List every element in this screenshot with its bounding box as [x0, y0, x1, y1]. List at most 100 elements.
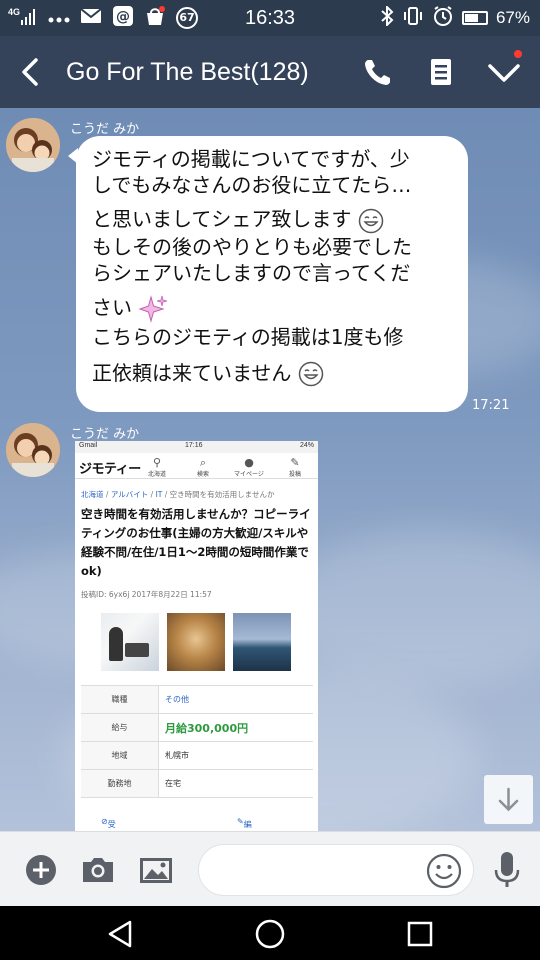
listing-post-id: 投稿ID: 6yx6j 2017年8月22日 11:57	[81, 590, 212, 599]
breadcrumb-item: 北海道	[81, 490, 104, 499]
table-row: 勤務地 在宅	[81, 770, 313, 798]
image-status-battery: 24%	[299, 442, 314, 449]
image-icon	[140, 858, 172, 883]
message-line-with-emoji: さい	[92, 294, 454, 324]
site-nav-item: ⚲ 北海道	[137, 456, 177, 478]
back-button[interactable]	[14, 52, 50, 92]
voice-button[interactable]	[487, 850, 527, 890]
avatar-photo	[6, 118, 60, 172]
nav-home-button[interactable]	[252, 916, 288, 952]
home-circle-icon	[255, 919, 285, 949]
new-indicator-dot	[514, 50, 522, 58]
system-nav-bar	[0, 906, 540, 960]
person-icon: ●	[244, 456, 254, 469]
alarm-icon	[432, 5, 454, 32]
bluetooth-icon	[380, 4, 394, 31]
message-line: らシェアいたしますので言ってくだ	[92, 260, 411, 285]
table-label: 地域	[81, 742, 159, 769]
footer-close-label: 受付を終了	[107, 820, 116, 829]
breadcrumb-item: アルバイト	[110, 490, 149, 499]
site-logo: ジモティー	[79, 462, 141, 477]
chat-header: Go For The Best(128)	[0, 36, 540, 108]
sender-avatar[interactable]	[6, 423, 60, 477]
table-row: 地域 札幌市	[81, 742, 313, 770]
image-status-bar: Gmail 17:16 24%	[75, 441, 318, 453]
battery-percent: 67%	[495, 8, 530, 27]
message-bubble[interactable]: ジモティの掲載についてですが、少 しでもみなさんのお役に立てたら… と思いまして…	[76, 136, 468, 412]
message-line: こちらのジモティの掲載は1度も修	[92, 324, 404, 349]
camera-icon	[83, 858, 113, 882]
chevron-down-icon	[488, 64, 520, 82]
sender-name: こうだ みか	[70, 122, 140, 137]
vibrate-icon	[402, 6, 424, 31]
breadcrumb-item: 空き時間を有効活用しませんか	[169, 490, 275, 499]
message-field[interactable]	[198, 844, 474, 896]
footer-edit-label: 編集	[243, 820, 252, 829]
sender-name: こうだ みか	[70, 427, 140, 442]
message-line: 正依頼は来ていません	[92, 360, 292, 385]
site-nav-item: ⌕ 検索	[183, 456, 223, 478]
listing-title: 空き時間を有効活用しませんか？コピーライティングのお仕事(主婦の方大歓迎/スキル…	[81, 507, 311, 578]
image-status-carrier: Gmail	[79, 442, 98, 449]
table-value: 札幌市	[165, 751, 189, 760]
emoji-icon	[426, 853, 462, 889]
message-line-with-emoji: 正依頼は来ていません	[92, 360, 454, 388]
site-nav-item: ● マイページ	[229, 456, 269, 478]
avatar-photo	[6, 423, 60, 477]
footer-edit-link: ✎ 編集	[237, 817, 252, 829]
add-button[interactable]	[21, 850, 61, 890]
message-input[interactable]	[215, 845, 435, 895]
arrow-down-icon	[498, 787, 519, 812]
table-row: 給与 月給300,000円	[81, 714, 313, 742]
image-breadcrumb: 北海道 / アルバイト / IT / 空き時間を有効活用しませんか	[81, 490, 275, 499]
notes-button[interactable]	[421, 52, 461, 92]
back-arrow-icon	[22, 58, 38, 86]
camera-button[interactable]	[78, 850, 118, 890]
nav-back-button[interactable]	[102, 916, 138, 952]
shared-image-message[interactable]: Gmail 17:16 24% ジモティー ⚲ 北海道 ⌕ 検索 ● マイページ ✎ 投…	[75, 441, 318, 831]
listing-details-table: 職種 その他 給与 月給300,000円 地域 札幌市 勤務地 在宅	[81, 685, 313, 798]
site-nav-label: 検索	[196, 471, 209, 478]
gallery-button[interactable]	[136, 850, 176, 890]
microphone-icon	[494, 852, 520, 887]
smiley-emoji-icon	[298, 361, 324, 387]
message-line: さい	[92, 295, 132, 319]
message-line: しでもみなさんのお役に立てたら…	[92, 173, 412, 197]
location-pin-icon: ⚲	[152, 456, 162, 469]
site-nav-label: マイページ	[234, 471, 264, 478]
chat-title[interactable]: Go For The Best(128)	[66, 36, 309, 108]
message-line: と思いましてシェア致します	[92, 207, 352, 231]
back-triangle-icon	[108, 920, 132, 948]
emoji-button[interactable]	[425, 852, 463, 890]
smiley-emoji-icon	[358, 208, 384, 233]
pencil-icon: ✎	[290, 456, 300, 469]
image-footer: ⊘ 受付を終了 ✎ 編集	[75, 815, 318, 831]
notes-icon	[431, 59, 451, 85]
footer-close-link: ⊘ 受付を終了	[101, 817, 116, 829]
sender-avatar[interactable]	[6, 118, 60, 172]
background-cloud	[280, 528, 540, 688]
scroll-to-bottom-button[interactable]	[484, 775, 533, 824]
site-nav-label: 北海道	[147, 471, 166, 478]
message-input-bar	[0, 831, 540, 906]
plus-icon	[26, 855, 56, 885]
menu-toggle-button[interactable]	[484, 50, 524, 92]
status-bar: 4G @ 67 16:33 67%	[0, 0, 540, 36]
nav-recents-button[interactable]	[402, 916, 438, 952]
listing-photo-lounge	[167, 613, 225, 671]
table-label: 勤務地	[81, 770, 159, 797]
call-button[interactable]	[358, 52, 398, 92]
listing-photo-beach	[233, 613, 291, 671]
table-value: 月給300,000円	[165, 721, 249, 735]
message-line: ジモティの掲載についてですが、少	[92, 147, 410, 171]
table-label: 給与	[81, 714, 159, 741]
listing-photo-office	[101, 613, 159, 671]
site-nav-item: ✎ 投稿	[275, 456, 315, 478]
search-icon: ⌕	[199, 456, 207, 469]
site-nav-label: 投稿	[288, 471, 301, 478]
status-right-icons: 67%	[380, 0, 530, 36]
chat-area[interactable]: こうだ みか ジモティの掲載についてですが、少 しでもみなさんのお役に立てたら……	[0, 108, 540, 831]
table-value: その他	[165, 695, 189, 704]
table-value: 在宅	[165, 779, 181, 788]
recents-square-icon	[407, 921, 433, 947]
